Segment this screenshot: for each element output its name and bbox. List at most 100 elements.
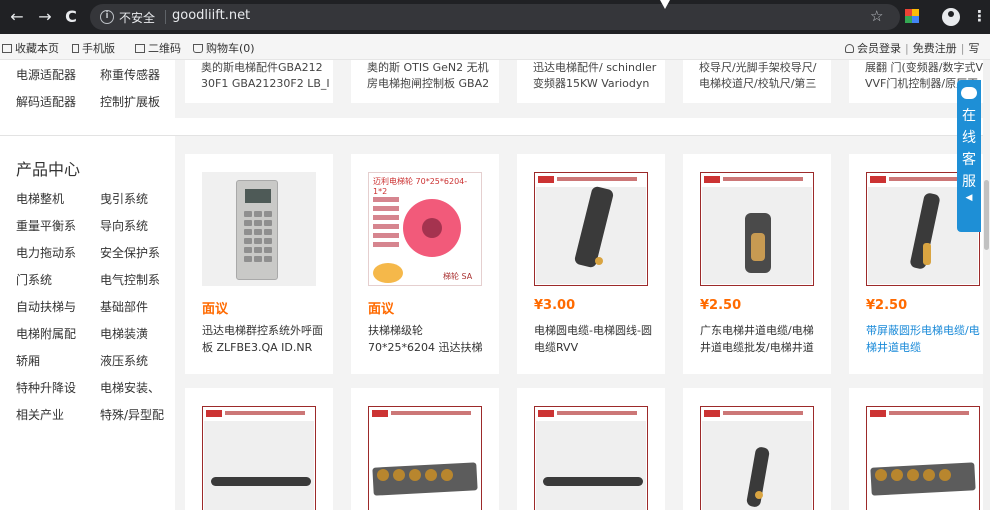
sidebar-category-link[interactable]: 电梯安装、 [100,379,172,396]
collapse-arrow-icon[interactable]: ◀ [957,193,981,203]
topbar-bookmark-link[interactable]: 收藏本页 [2,40,59,56]
sidebar-category-link[interactable]: 电气控制系 [100,271,172,288]
sidebar-category-link[interactable]: 电梯附属配 [16,325,88,342]
product-image[interactable] [534,172,648,286]
bookmark-icon [2,44,12,53]
product-card[interactable] [517,388,665,510]
product-image[interactable] [202,406,316,510]
browser-menu-icon[interactable]: ⋮ [972,7,987,25]
sidebar-category-link[interactable]: 轿厢 [16,352,88,369]
product-title[interactable]: 电梯圆电缆-电梯圆线-圆电缆RVV [534,322,658,358]
flyer-list [373,197,403,251]
product-card[interactable]: 迈利电梯轮 70*25*6204-1*2 梯轮 SA 面议 扶梯梯级轮 70*2… [351,154,499,374]
product-card[interactable] [185,388,333,510]
product-title[interactable]: 带屏蔽圆形电梯电缆/电梯井道电缆 [866,322,983,358]
flat-cable-cores [377,469,457,487]
sidebar-category-link[interactable]: 安全保护系 [100,244,172,261]
sidebar-category-link[interactable]: 电力拖动系 [16,244,88,261]
product-title: 电梯校道尺/校轨尺/第三 [699,77,817,90]
product-image[interactable] [534,406,648,510]
product-title[interactable]: 扶梯梯级轮 70*25*6204 迅达扶梯轮 梯级轮子 [368,322,492,358]
product-title: 奥的斯 OTIS GeN2 无机 [367,61,489,74]
chat-icon [961,87,977,99]
scrollbar-thumb[interactable] [984,180,989,250]
sidebar-category-link[interactable]: 自动扶梯与 [16,298,88,315]
product-image[interactable] [368,406,482,510]
product-image[interactable] [700,406,814,510]
site-topbar: 收藏本页 手机版 二维码 购物车(0) 会员登录 | 免费注册 | 写 [0,34,990,60]
service-char: 客 [962,152,976,168]
sidebar-category-link[interactable]: 曳引系统 [100,190,172,207]
sidebar-category-link[interactable]: 基础部件 [100,298,172,315]
product-card[interactable] [351,388,499,510]
previous-section: 电源适配器 称重传感器 解码适配器 控制扩展板 奥的斯电梯配件GBA212 30… [0,60,990,118]
flyer-seal: 梯轮 SA [443,272,473,281]
product-card[interactable]: 奥的斯电梯配件GBA212 30F1 GBA21230F2 LB_I [185,60,333,103]
topbar-more-link[interactable]: 写 [968,42,979,55]
sidebar-category-link[interactable]: 相关产业 [16,406,88,423]
sidebar-category-link[interactable]: 液压系统 [100,352,172,369]
topbar-mobile-link[interactable]: 手机版 [72,40,115,56]
topbar-qrcode-link[interactable]: 二维码 [135,40,181,56]
product-card[interactable] [849,388,983,510]
photo-background [536,421,646,510]
topbar-cart-link[interactable]: 购物车(0) [193,40,255,56]
login-link[interactable]: 会员登录 [857,42,901,55]
product-card[interactable]: 迅达电梯配件/ schindler 变频器15KW Variodyn [517,60,665,103]
product-price: 面议 [368,302,395,317]
service-label: 在 线 客 服 [957,105,981,193]
brand-text-strip [557,411,637,415]
category-link[interactable]: 电源适配器 [16,66,76,83]
product-image[interactable] [866,406,980,510]
url-text[interactable]: goodliift.net [172,8,250,23]
back-icon[interactable]: ← [8,8,26,26]
topbar-separator: | [960,42,965,55]
reload-icon[interactable]: C [62,8,80,26]
product-image[interactable] [700,172,814,286]
extension-icon[interactable] [905,9,919,23]
product-card[interactable] [683,388,831,510]
sidebar-category-link[interactable]: 电梯整机 [16,190,88,207]
product-card[interactable]: 面议 迅达电梯群控系统外呼面板 ZLFBE3.QA ID.NR 59 [185,154,333,374]
scrollbar-track[interactable] [983,60,990,510]
sidebar-category-link[interactable]: 特殊/异型配 [100,406,172,423]
product-image[interactable] [202,172,316,286]
product-title[interactable]: 广东电梯井道电缆/电梯井道电缆批发/电梯井道 [700,322,824,358]
sidebar-category-link[interactable]: 导向系统 [100,217,172,234]
brand-text-strip [723,177,803,181]
security-label: 不安全 [119,11,156,25]
product-card[interactable]: 奥的斯 OTIS GeN2 无机 房电梯抱闸控制板 GBA2 [351,60,499,103]
cable-core [595,257,603,265]
topbar-mobile-label: 手机版 [82,42,115,55]
info-icon[interactable]: i [100,10,114,24]
sidebar-category-link[interactable]: 门系统 [16,271,88,288]
product-card[interactable]: 校导尺/光脚手架校导尺/ 电梯校道尺/校轨尺/第三 [683,60,831,103]
extension-icon-tile [905,9,912,16]
sidebar-category-link[interactable]: 重量平衡系 [16,217,88,234]
online-service-button[interactable]: 在 线 客 服 ◀ [957,80,981,232]
product-card[interactable]: ¥2.50 广东电梯井道电缆/电梯井道电缆批发/电梯井道 [683,154,831,374]
product-title: 奥的斯电梯配件GBA212 [201,61,323,74]
sidebar-category-link[interactable]: 电梯装潢 [100,325,172,342]
product-title: 展翻 门(变频器/数字式V [865,61,983,74]
omnibox-divider [165,10,166,24]
topbar-bookmark-label: 收藏本页 [15,42,59,55]
extension-icon-tile [912,9,919,16]
cable-core [751,233,765,261]
section-divider [0,118,990,136]
category-link[interactable]: 解码适配器 [16,93,76,110]
address-bar[interactable]: i 不安全 goodliift.net [90,4,900,30]
category-link[interactable]: 称重传感器 [100,66,160,83]
product-card[interactable]: ¥3.00 电梯圆电缆-电梯圆线-圆电缆RVV [517,154,665,374]
forward-icon[interactable]: → [36,8,54,26]
category-link[interactable]: 控制扩展板 [100,93,160,110]
brand-text-strip [889,411,969,415]
register-link[interactable]: 免费注册 [913,42,957,55]
sidebar-category-link[interactable]: 特种升降设 [16,379,88,396]
topbar-separator: | [905,42,909,55]
profile-icon[interactable] [942,8,960,26]
brand-text-strip [557,177,637,181]
bookmark-star-icon[interactable]: ☆ [870,7,883,25]
product-title[interactable]: 迅达电梯群控系统外呼面板 ZLFBE3.QA ID.NR 59 [202,322,326,358]
product-image[interactable]: 迈利电梯轮 70*25*6204-1*2 梯轮 SA [368,172,482,286]
